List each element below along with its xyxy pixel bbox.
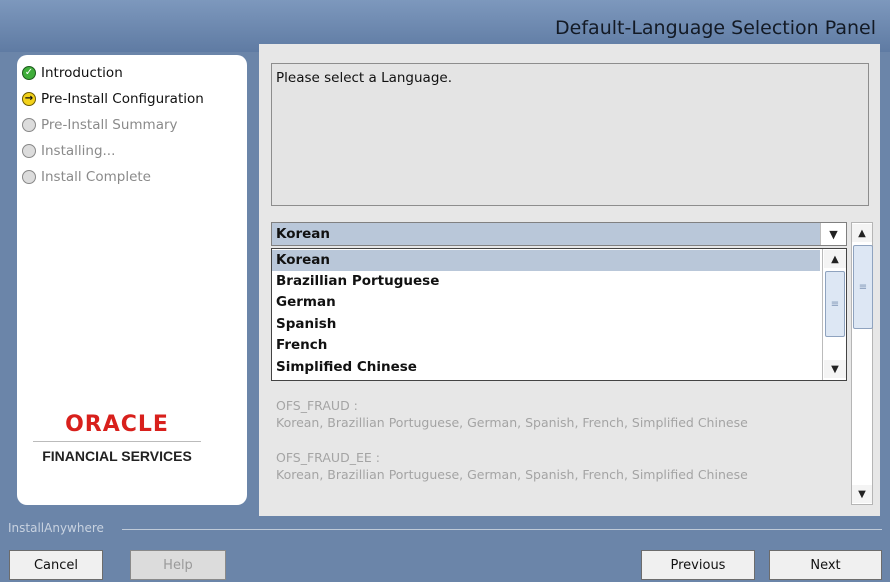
language-option-brazillian-portuguese[interactable]: Brazillian Portuguese <box>276 271 439 292</box>
dropdown-scrollbar[interactable]: ▲ ≡ ▼ <box>822 249 846 380</box>
main-scrollbar[interactable]: ▲ ≡ ▼ <box>851 222 873 505</box>
cancel-button[interactable]: Cancel <box>9 550 103 580</box>
chevron-up-icon: ▲ <box>858 227 866 239</box>
arrow-circle-icon: → <box>22 92 36 106</box>
step-installing: Installing... <box>22 141 115 161</box>
footer-divider <box>122 529 882 530</box>
step-pre-install-summary: Pre-Install Summary <box>22 115 178 135</box>
summary-product-2: OFS_FRAUD_EE : <box>276 450 380 465</box>
step-label: Install Complete <box>41 169 151 185</box>
step-label: Introduction <box>41 65 123 81</box>
chevron-down-icon: ▼ <box>831 363 839 375</box>
language-option-simplified-chinese[interactable]: Simplified Chinese <box>276 357 417 378</box>
instruction-text: Please select a Language. <box>276 70 452 86</box>
step-introduction: ✓ Introduction <box>22 63 123 83</box>
chevron-down-icon: ▼ <box>858 488 866 500</box>
empty-circle-icon <box>22 118 36 132</box>
step-label: Pre-Install Configuration <box>41 91 204 107</box>
step-pre-install-configuration: → Pre-Install Configuration <box>22 89 204 109</box>
main-scroll-thumb[interactable]: ≡ <box>853 245 873 329</box>
oracle-subtitle: FINANCIAL SERVICES <box>42 448 192 464</box>
language-combobox[interactable] <box>271 222 847 246</box>
next-button[interactable]: Next <box>769 550 882 580</box>
oracle-wordmark: ORACLE <box>65 412 169 437</box>
check-circle-icon: ✓ <box>22 66 36 80</box>
language-option-german[interactable]: German <box>276 292 336 313</box>
summary-languages-1: Korean, Brazillian Portuguese, German, S… <box>276 415 748 430</box>
summary-languages-2: Korean, Brazillian Portuguese, German, S… <box>276 467 748 482</box>
help-button[interactable]: Help <box>130 550 226 580</box>
empty-circle-icon <box>22 144 36 158</box>
step-install-complete: Install Complete <box>22 167 151 187</box>
scroll-down-button[interactable]: ▼ <box>852 485 872 503</box>
language-option-french[interactable]: French <box>276 335 327 356</box>
dropdown-scroll-thumb[interactable]: ≡ <box>825 271 845 337</box>
panel-title: Default-Language Selection Panel <box>555 17 876 39</box>
scroll-down-button[interactable]: ▼ <box>824 360 846 378</box>
step-label: Pre-Install Summary <box>41 117 178 133</box>
chevron-up-icon: ▲ <box>831 253 839 265</box>
step-label: Installing... <box>41 143 116 159</box>
combobox-selected-value[interactable]: Korean <box>276 226 330 242</box>
scroll-up-button[interactable]: ▲ <box>824 250 846 268</box>
combobox-dropdown-button[interactable]: ▼ <box>820 223 846 245</box>
chevron-down-icon: ▼ <box>829 227 838 241</box>
language-option-spanish[interactable]: Spanish <box>276 314 336 335</box>
oracle-logo: ORACLE FINANCIAL SERVICES <box>32 412 202 464</box>
logo-divider <box>33 441 201 442</box>
scroll-up-button[interactable]: ▲ <box>852 224 872 242</box>
summary-product-1: OFS_FRAUD : <box>276 398 358 413</box>
empty-circle-icon <box>22 170 36 184</box>
previous-button[interactable]: Previous <box>641 550 755 580</box>
language-option-korean[interactable]: Korean <box>272 250 820 271</box>
installanywhere-label: InstallAnywhere <box>8 521 104 535</box>
